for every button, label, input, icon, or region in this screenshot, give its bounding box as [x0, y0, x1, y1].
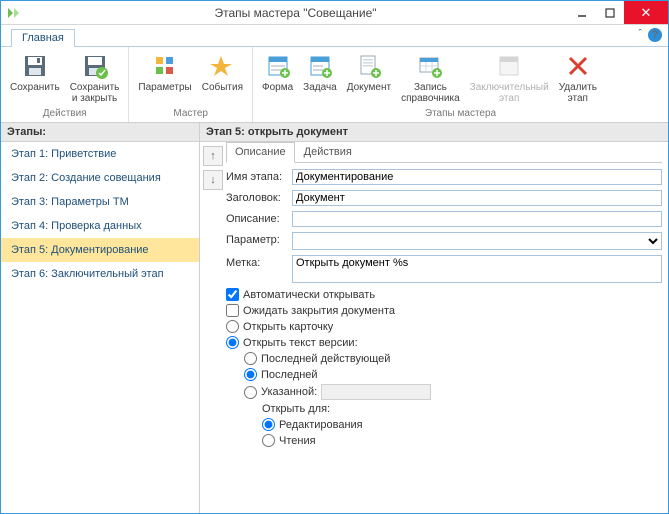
app-icon — [5, 4, 23, 22]
step-item[interactable]: Этап 4: Проверка данных — [1, 214, 199, 238]
document-icon — [354, 51, 384, 81]
edit-radio[interactable] — [262, 418, 275, 431]
close-button[interactable]: ✕ — [624, 1, 668, 24]
step-item[interactable]: Этап 3: Параметры ТМ — [1, 190, 199, 214]
read-radio[interactable] — [262, 434, 275, 447]
save-icon — [20, 51, 50, 81]
last-valid-label: Последней действующей — [261, 353, 390, 365]
final-icon — [494, 51, 524, 81]
sidebar-title: Этапы: — [1, 123, 199, 142]
tab-main[interactable]: Главная — [11, 29, 75, 47]
step-item[interactable]: Этап 1: Приветствие — [1, 142, 199, 166]
ribbon-collapse-icon[interactable]: ˆ — [638, 28, 642, 42]
last-radio[interactable] — [244, 368, 257, 381]
mark-textarea[interactable]: Открыть документ %s — [292, 255, 662, 283]
step-item[interactable]: Этап 2: Создание совещания — [1, 166, 199, 190]
ref-button[interactable]: Запись справочника — [396, 49, 465, 108]
ref-icon — [415, 51, 445, 81]
header-input[interactable] — [292, 190, 662, 206]
step-item-selected[interactable]: Этап 5: Документирование — [1, 238, 199, 262]
open-for-label: Открыть для: — [262, 403, 662, 415]
auto-open-label: Автоматически открывать — [243, 289, 375, 301]
open-text-label: Открыть текст версии: — [243, 337, 358, 349]
label-header: Заголовок: — [226, 190, 292, 204]
specified-radio[interactable] — [244, 386, 257, 399]
task-button[interactable]: Задача — [298, 49, 342, 108]
label-desc: Описание: — [226, 211, 292, 225]
auto-open-checkbox[interactable] — [226, 288, 239, 301]
delete-icon — [563, 51, 593, 81]
final-button: Заключительный этап — [465, 49, 554, 108]
window-title: Этапы мастера "Совещание" — [23, 6, 568, 20]
help-icon[interactable]: ? — [648, 28, 662, 42]
read-label: Чтения — [279, 435, 316, 447]
document-button[interactable]: Документ — [342, 49, 396, 108]
save-close-button[interactable]: Сохранить и закрыть — [65, 49, 125, 108]
main-title: Этап 5: открыть документ — [200, 123, 668, 142]
edit-label: Редактирования — [279, 419, 363, 431]
wait-close-checkbox[interactable] — [226, 304, 239, 317]
inner-tab-actions[interactable]: Действия — [295, 142, 361, 162]
open-card-radio[interactable] — [226, 320, 239, 333]
last-valid-radio[interactable] — [244, 352, 257, 365]
label-name: Имя этапа: — [226, 169, 292, 183]
save-button[interactable]: Сохранить — [5, 49, 65, 108]
form-button[interactable]: Форма — [257, 49, 298, 108]
label-param: Параметр: — [226, 232, 292, 246]
wait-close-label: Ожидать закрытия документа — [243, 305, 395, 317]
desc-input[interactable] — [292, 211, 662, 227]
minimize-button[interactable] — [568, 1, 596, 24]
params-icon — [150, 51, 180, 81]
events-icon — [207, 51, 237, 81]
open-text-radio[interactable] — [226, 336, 239, 349]
save-close-icon — [80, 51, 110, 81]
last-label: Последней — [261, 369, 318, 381]
move-up-button[interactable]: ↑ — [203, 146, 223, 166]
label-mark: Метка: — [226, 255, 292, 269]
task-icon — [305, 51, 335, 81]
events-button[interactable]: События — [197, 49, 248, 108]
step-name-input[interactable] — [292, 169, 662, 185]
form-icon — [263, 51, 293, 81]
open-card-label: Открыть карточку — [243, 321, 333, 333]
param-select[interactable] — [292, 232, 662, 250]
delete-step-button[interactable]: Удалить этап — [554, 49, 602, 108]
maximize-button[interactable] — [596, 1, 624, 24]
move-down-button[interactable]: ↓ — [203, 170, 223, 190]
params-button[interactable]: Параметры — [133, 49, 196, 108]
step-item[interactable]: Этап 6: Заключительный этап — [1, 262, 199, 286]
specified-label: Указанной: — [261, 386, 317, 398]
inner-tab-description[interactable]: Описание — [226, 142, 295, 163]
specified-input — [321, 384, 431, 400]
